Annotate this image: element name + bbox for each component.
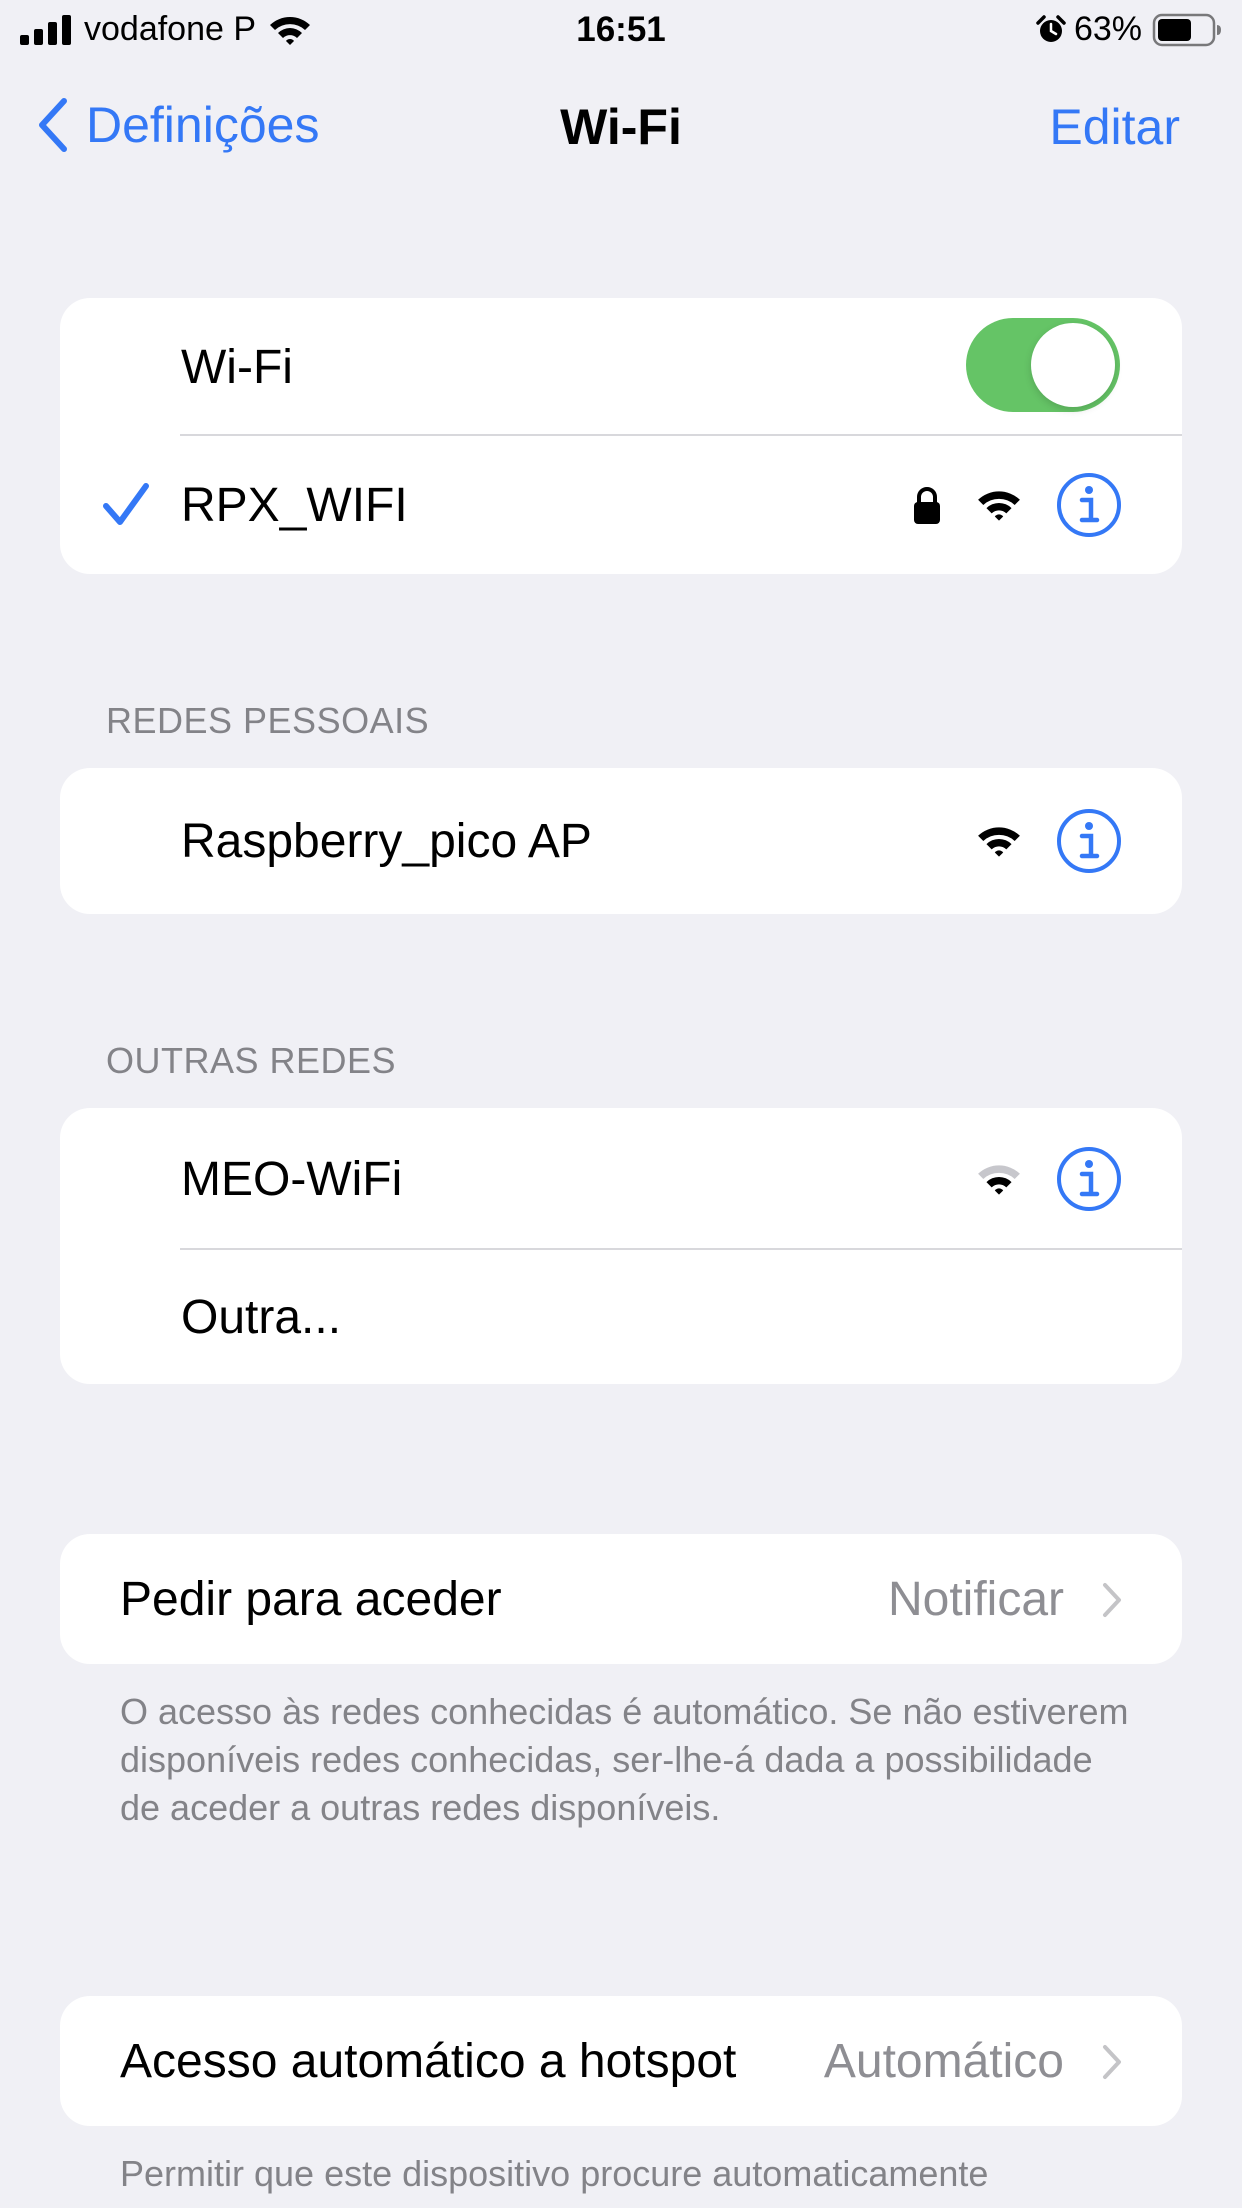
auto-hotspot-footer: Permitir que este dispositivo procure au… [120,2153,989,2194]
network-status-icons [942,768,1122,914]
info-icon[interactable] [1056,808,1122,874]
checkmark-icon [103,483,149,525]
network-name: Raspberry_pico AP [181,814,592,868]
status-bar: vodafone P 16:51 63% [0,0,1242,64]
connected-network-name: RPX_WIFI [181,478,408,532]
personal-networks-header: REDES PESSOAIS [106,700,430,741]
battery-percentage: 63% [1073,10,1142,48]
alarm-icon [1036,14,1066,42]
network-status-icons [942,1108,1122,1250]
ask-to-join-group: Pedir para aceder Notificar [60,1534,1182,1664]
info-icon[interactable] [1056,1146,1122,1212]
navigation-bar: Definições Wi-Fi Editar [0,90,1242,162]
personal-networks-group: Raspberry_pico AP [60,768,1182,914]
wifi-signal-icon [978,827,1020,857]
ask-to-join-row[interactable]: Pedir para aceder Notificar [60,1534,1182,1664]
wifi-toggle-label: Wi-Fi [181,340,293,394]
auto-hotspot-label: Acesso automático a hotspot [120,2034,737,2088]
other-networks-header: OUTRAS REDES [106,1040,397,1081]
connected-network-row[interactable]: RPX_WIFI [60,436,1182,574]
edit-button[interactable]: Editar [1049,98,1180,156]
ask-to-join-label: Pedir para aceder [120,1572,502,1626]
auto-hotspot-row[interactable]: Acesso automático a hotspot Automático [60,1996,1182,2126]
network-status-icons [878,436,1122,574]
other-network-row[interactable]: Outra... [60,1250,1182,1384]
ask-to-join-value: Notificar [887,1572,1064,1626]
chevron-right-icon [1103,2045,1121,2079]
chevron-right-icon [1103,1583,1121,1617]
wifi-signal-weak-icon [978,1165,1020,1195]
network-row[interactable]: Raspberry_pico AP [60,768,1182,914]
info-icon[interactable] [1056,472,1122,538]
network-name: MEO-WiFi [181,1152,403,1206]
other-networks-group: MEO-WiFi Outra... [60,1108,1182,1384]
other-network-label: Outra... [181,1290,342,1344]
lock-icon [914,487,940,524]
status-right: 63% [1036,10,1222,49]
network-row[interactable]: MEO-WiFi [60,1108,1182,1250]
wifi-toggle-row: Wi-Fi [60,298,1182,436]
battery-icon [1152,13,1221,46]
auto-hotspot-group: Acesso automático a hotspot Automático [60,1996,1182,2126]
auto-hotspot-value: Automático [823,2034,1064,2088]
wifi-signal-icon [978,491,1020,521]
wifi-group: Wi-Fi RPX_WIFI [60,298,1182,574]
ask-to-join-footer: O acesso às redes conhecidas é automátic… [120,1691,1129,1828]
wifi-toggle-switch[interactable] [966,318,1120,412]
toggle-knob [1031,323,1115,407]
